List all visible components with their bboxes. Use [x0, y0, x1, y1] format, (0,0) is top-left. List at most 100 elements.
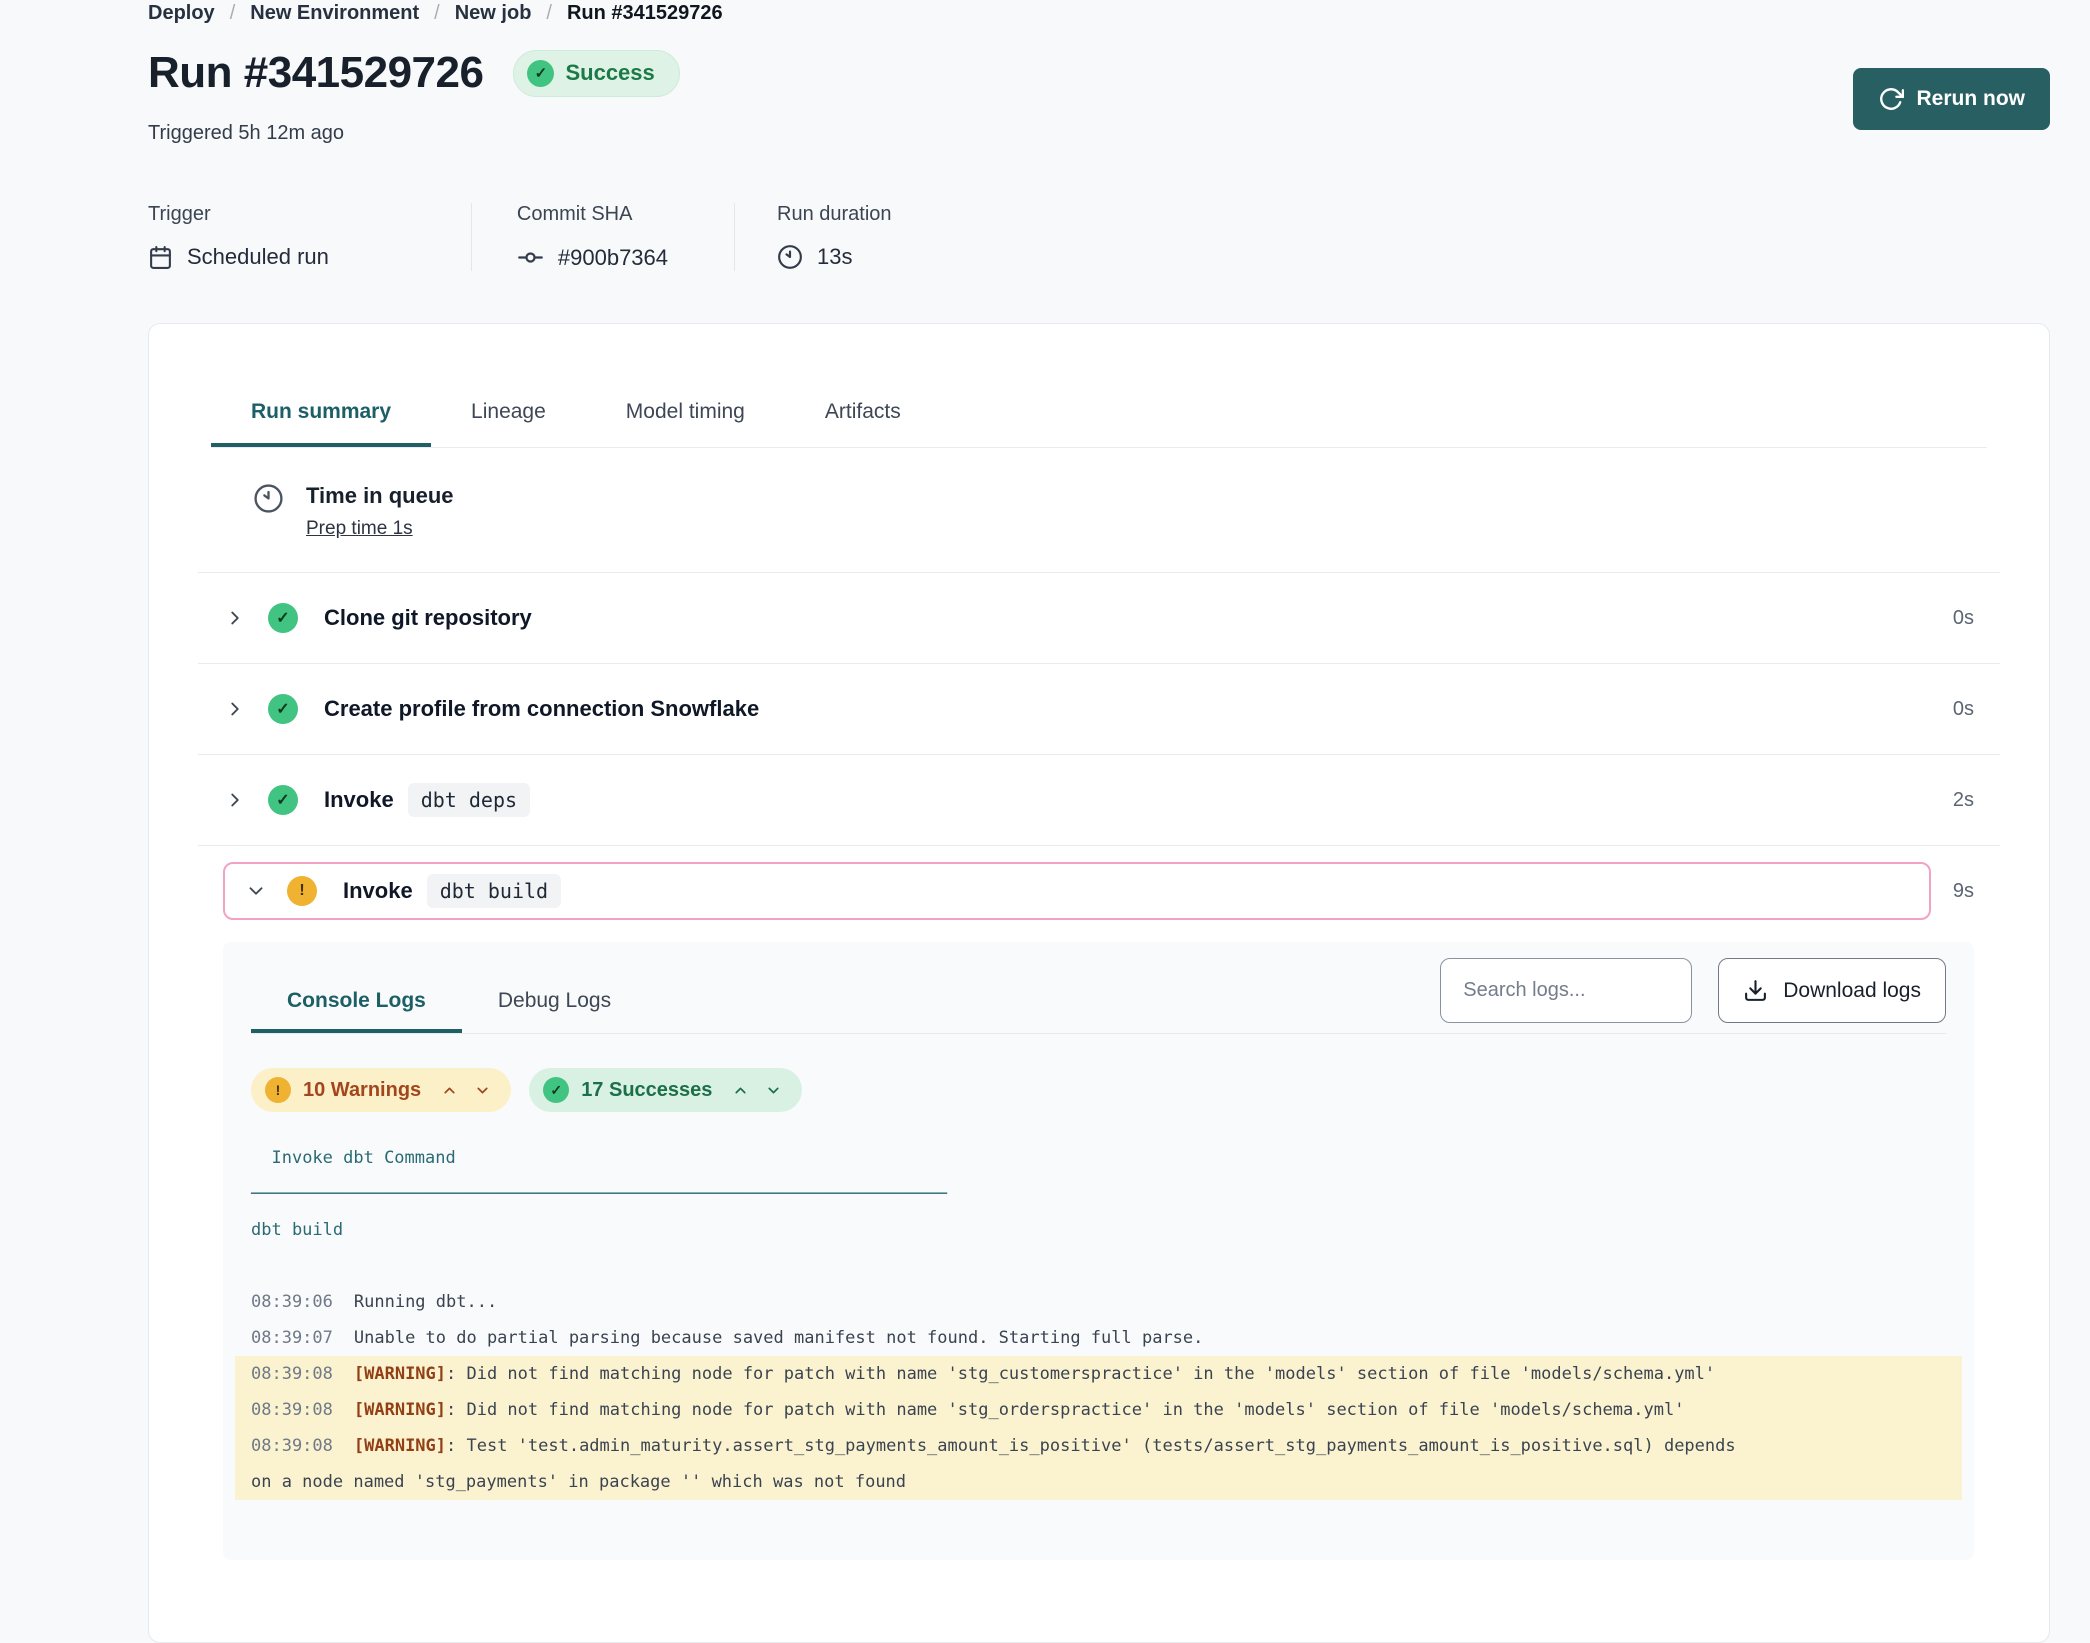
log-timestamp: 08:39:08	[251, 1400, 333, 1420]
main-tabs: Run summary Lineage Model timing Artifac…	[211, 400, 1987, 448]
step-invoke-dbt-build[interactable]: ! Invoke dbt build	[223, 862, 1931, 920]
run-meta: Trigger Scheduled run Commit SHA	[148, 203, 952, 271]
download-icon	[1743, 978, 1768, 1003]
step-clone-git-repository[interactable]: ✓ Clone git repository 0s	[198, 573, 2000, 664]
breadcrumb-new-environment[interactable]: New Environment	[250, 2, 419, 25]
breadcrumb-separator: /	[230, 2, 236, 25]
log-text: : Test 'test.admin_maturity.assert_stg_p…	[251, 1436, 1736, 1492]
warning-tag: [WARNING]	[354, 1400, 446, 1420]
time-in-queue-title: Time in queue	[306, 483, 454, 509]
step-duration: 9s	[1953, 880, 1974, 903]
chevron-down-icon[interactable]	[474, 1082, 491, 1099]
commit-value[interactable]: #900b7364	[558, 245, 668, 271]
warning-icon: !	[265, 1077, 291, 1103]
chevron-right-icon[interactable]	[224, 698, 246, 720]
step-name: Invoke	[324, 787, 394, 813]
console-log-output[interactable]: Invoke dbt Command ─────────────────────…	[235, 1140, 1962, 1500]
breadcrumb-new-job[interactable]: New job	[455, 2, 532, 25]
tab-run-summary[interactable]: Run summary	[211, 400, 431, 447]
log-line-separator: ────────────────────────────────────────…	[235, 1176, 1962, 1212]
tab-model-timing[interactable]: Model timing	[586, 400, 785, 447]
chevron-down-icon[interactable]	[765, 1082, 782, 1099]
console-panel: Console Logs Debug Logs Download logs	[223, 942, 1974, 1560]
log-line: Invoke dbt Command	[235, 1140, 1962, 1176]
triggered-timestamp: Triggered 5h 12m ago	[148, 122, 344, 145]
clock-icon	[253, 483, 284, 540]
log-line-warning: 08:39:08 [WARNING]: Test 'test.admin_matu…	[235, 1428, 1962, 1500]
breadcrumb-separator: /	[546, 2, 552, 25]
log-text: : Did not find matching node for patch w…	[446, 1400, 1684, 1420]
log-line: 08:39:07 Unable to do partial parsing bec…	[235, 1320, 1962, 1356]
log-timestamp: 08:39:08	[251, 1436, 333, 1456]
steps-list: ✓ Clone git repository 0s ✓ Create profi…	[198, 573, 2000, 846]
meta-trigger: Trigger Scheduled run	[148, 203, 471, 271]
log-text: : Did not find matching node for patch w…	[446, 1364, 1715, 1384]
success-check-icon: ✓	[268, 694, 298, 724]
rerun-button-label: Rerun now	[1917, 87, 2026, 111]
warnings-badge-label: 10 Warnings	[303, 1079, 421, 1102]
time-in-queue-section: Time in queue Prep time 1s	[198, 448, 2000, 573]
tab-debug-logs[interactable]: Debug Logs	[462, 973, 647, 1033]
tab-artifacts[interactable]: Artifacts	[785, 400, 941, 447]
breadcrumb: Deploy / New Environment / New job / Run…	[148, 2, 723, 25]
log-timestamp: 08:39:06	[251, 1292, 333, 1312]
chevron-up-icon[interactable]	[732, 1082, 749, 1099]
log-text: Unable to do partial parsing because sav…	[354, 1328, 1204, 1348]
rerun-now-button[interactable]: Rerun now	[1853, 68, 2051, 130]
calendar-icon	[148, 245, 173, 270]
chevron-up-icon[interactable]	[441, 1082, 458, 1099]
trigger-label: Trigger	[148, 203, 329, 226]
breadcrumb-separator: /	[434, 2, 440, 25]
step-name: Create profile from connection Snowflake	[324, 696, 759, 722]
chevron-right-icon[interactable]	[224, 607, 246, 629]
successes-badge[interactable]: ✓ 17 Successes	[529, 1068, 802, 1112]
status-badge-label: Success	[565, 60, 654, 86]
step-command-chip: dbt deps	[408, 783, 530, 817]
step-name: Clone git repository	[324, 605, 532, 631]
success-check-icon: ✓	[268, 785, 298, 815]
log-line-blank	[235, 1248, 1962, 1284]
console-header: Console Logs Debug Logs Download logs	[251, 958, 1946, 1034]
prep-time-link[interactable]: Prep time 1s	[306, 518, 454, 540]
duration-value: 13s	[817, 244, 852, 270]
step-duration: 0s	[1953, 698, 1974, 721]
step-command-chip: dbt build	[427, 874, 561, 908]
success-check-icon: ✓	[527, 60, 554, 87]
breadcrumb-current-run: Run #341529726	[567, 2, 723, 25]
log-line: 08:39:06 Running dbt...	[235, 1284, 1962, 1320]
commit-icon	[517, 244, 544, 271]
chevron-right-icon[interactable]	[224, 789, 246, 811]
log-timestamp: 08:39:08	[251, 1364, 333, 1384]
run-summary-card: Run summary Lineage Model timing Artifac…	[148, 323, 2050, 1643]
clock-icon	[777, 244, 803, 270]
warning-tag: [WARNING]	[354, 1364, 446, 1384]
search-logs-input[interactable]	[1440, 958, 1692, 1023]
log-line-warning: 08:39:08 [WARNING]: Did not find matching…	[235, 1356, 1962, 1392]
step-invoke-dbt-deps[interactable]: ✓ Invoke dbt deps 2s	[198, 755, 2000, 846]
warnings-badge[interactable]: ! 10 Warnings	[251, 1068, 511, 1112]
chevron-down-icon[interactable]	[245, 880, 267, 902]
log-text: Running dbt...	[354, 1292, 497, 1312]
log-timestamp: 08:39:07	[251, 1328, 333, 1348]
success-check-icon: ✓	[268, 603, 298, 633]
log-line-warning: 08:39:08 [WARNING]: Did not find matching…	[235, 1392, 1962, 1428]
header: Run #341529726 ✓ Success	[148, 48, 680, 98]
step-invoke-dbt-build-row: ! Invoke dbt build 9s	[198, 862, 2000, 920]
trigger-value: Scheduled run	[187, 244, 329, 270]
tab-lineage[interactable]: Lineage	[431, 400, 586, 447]
tab-console-logs[interactable]: Console Logs	[251, 973, 462, 1033]
duration-label: Run duration	[777, 203, 892, 226]
commit-label: Commit SHA	[517, 203, 668, 226]
step-duration: 2s	[1953, 789, 1974, 812]
page-title: Run #341529726	[148, 48, 483, 98]
step-name: Invoke	[343, 878, 413, 904]
warning-icon: !	[287, 876, 317, 906]
log-line: dbt build	[235, 1212, 1962, 1248]
success-check-icon: ✓	[543, 1077, 569, 1103]
successes-badge-label: 17 Successes	[581, 1079, 712, 1102]
warning-tag: [WARNING]	[354, 1436, 446, 1456]
download-logs-button[interactable]: Download logs	[1718, 958, 1946, 1023]
step-duration: 0s	[1953, 607, 1974, 630]
breadcrumb-deploy[interactable]: Deploy	[148, 2, 215, 25]
step-create-profile[interactable]: ✓ Create profile from connection Snowfla…	[198, 664, 2000, 755]
